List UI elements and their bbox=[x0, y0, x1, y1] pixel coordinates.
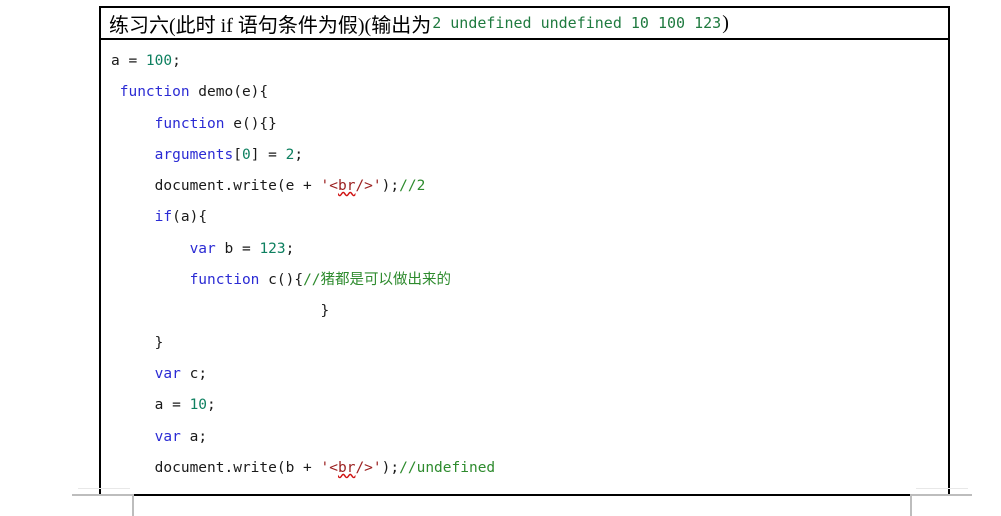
code-token-str: '< bbox=[320, 178, 338, 195]
page-margin-mark-left bbox=[72, 484, 134, 516]
code-token-plain: c(){ bbox=[259, 272, 304, 289]
code-line: if(a){ bbox=[101, 202, 948, 233]
code-line: document.write(b + '<br/>');//undefined bbox=[101, 453, 948, 484]
code-token-num: 123 bbox=[259, 240, 286, 257]
document-page: 练习六(此时 if 语句条件为假)(输出为 2 undefined undefi… bbox=[0, 0, 1001, 516]
code-token-plain: b = bbox=[215, 240, 260, 257]
code-token-kw: arguments bbox=[154, 146, 234, 163]
code-token-plain: document.write(e + bbox=[111, 178, 321, 195]
code-token-kw: function bbox=[154, 115, 225, 132]
exercise-title-row: 练习六(此时 if 语句条件为假)(输出为 2 undefined undefi… bbox=[101, 8, 948, 40]
code-line: var c; bbox=[101, 359, 948, 390]
code-token-plain: } bbox=[111, 303, 330, 320]
code-line: a = 10; bbox=[101, 390, 948, 421]
code-token-plain: a; bbox=[180, 428, 208, 445]
code-token-str: '< bbox=[320, 459, 338, 476]
code-token-kw: var bbox=[154, 428, 181, 445]
code-token-plain: document.write(b + bbox=[111, 459, 321, 476]
code-token-plain: (a){ bbox=[172, 209, 208, 226]
exercise-title-prefix: 练习六(此时 if 语句条件为假)(输出为 bbox=[109, 14, 432, 37]
code-token-kw: var bbox=[154, 365, 181, 382]
code-token-plain: ; bbox=[285, 240, 295, 257]
code-token-com: //猪都是可以做出来的 bbox=[303, 272, 452, 289]
code-line: function demo(e){ bbox=[101, 77, 948, 108]
code-token-plain: c; bbox=[180, 365, 208, 382]
code-token-str-spell: br bbox=[337, 459, 356, 476]
code-token-plain: ; bbox=[294, 146, 304, 163]
code-token-plain: demo(e){ bbox=[189, 84, 269, 101]
code-line: } bbox=[101, 328, 948, 359]
code-token-num: 0 bbox=[241, 146, 251, 163]
code-token-str: />' bbox=[355, 178, 382, 195]
code-token-plain: ; bbox=[207, 397, 216, 414]
page-margin-mark-right bbox=[910, 484, 972, 516]
code-token-plain: ] = bbox=[250, 146, 286, 163]
code-line: var b = 123; bbox=[101, 234, 948, 265]
code-token-str-spell: br bbox=[337, 178, 356, 195]
code-token-num: 100 bbox=[145, 53, 173, 69]
code-token-kw: var bbox=[189, 240, 216, 257]
code-token-plain: } bbox=[111, 334, 164, 351]
code-exercise-table: 练习六(此时 if 语句条件为假)(输出为 2 undefined undefi… bbox=[99, 6, 950, 497]
code-line: } bbox=[101, 296, 948, 327]
code-token-num: 10 bbox=[189, 397, 208, 414]
code-token-plain: a = bbox=[111, 53, 146, 69]
code-block: a = 100; function demo(e){ function e(){… bbox=[101, 40, 948, 494]
code-token-plain: ); bbox=[381, 178, 400, 195]
code-line: a = 100; bbox=[101, 46, 948, 77]
code-line: var a; bbox=[101, 422, 948, 453]
code-token-kw: function bbox=[119, 84, 190, 101]
code-token-com: //undefined bbox=[399, 459, 496, 476]
code-token-com: //2 bbox=[399, 178, 426, 195]
code-token-kw: function bbox=[189, 272, 260, 289]
code-line: document.write(e + '<br/>');//2 bbox=[101, 171, 948, 202]
code-token-kw: if bbox=[154, 209, 173, 226]
code-line: arguments[0] = 2; bbox=[101, 140, 948, 171]
code-line: function c(){//猪都是可以做出来的 bbox=[101, 265, 948, 296]
code-token-plain: ); bbox=[381, 459, 400, 476]
code-token-plain: e(){} bbox=[224, 115, 277, 132]
exercise-output-values: 2 undefined undefined 10 100 123 bbox=[432, 14, 722, 32]
code-token-plain: a = bbox=[111, 397, 190, 414]
code-token-plain: ; bbox=[172, 53, 181, 69]
exercise-title-suffix: ) bbox=[722, 11, 729, 34]
code-token-str: />' bbox=[355, 459, 382, 476]
code-line: function e(){} bbox=[101, 109, 948, 140]
code-token-plain: [ bbox=[233, 146, 242, 163]
